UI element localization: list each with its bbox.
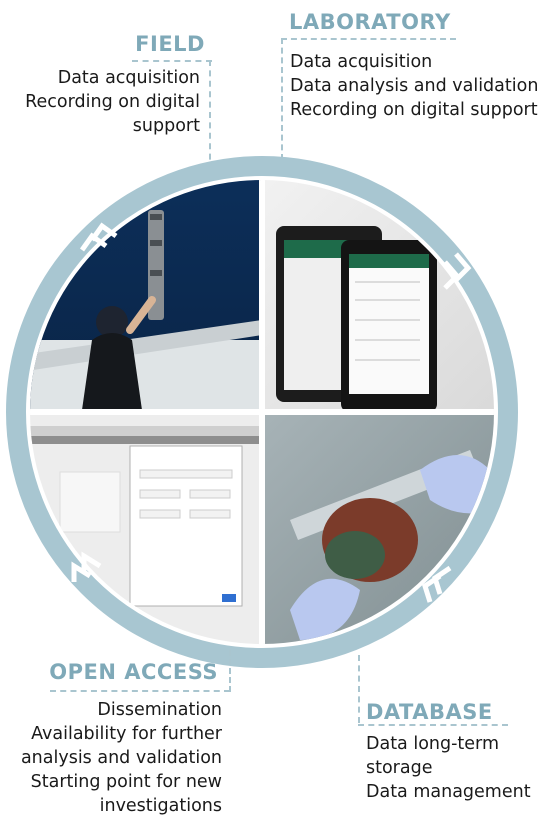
open-access-line: analysis and validation xyxy=(20,748,222,768)
open-access-connector xyxy=(229,650,231,692)
open-access-line: investigations xyxy=(99,796,222,816)
open-access-title-underline xyxy=(50,690,230,692)
open-access-line: Availability for further xyxy=(31,724,222,744)
database-line: Data long-term xyxy=(366,734,499,754)
database-description: Data long-term storage Data management xyxy=(366,732,556,804)
open-access-line: Dissemination xyxy=(97,700,222,720)
database-connector xyxy=(358,655,360,723)
open-access-title: OPEN ACCESS xyxy=(49,660,218,684)
database-line: storage xyxy=(366,758,433,778)
database-title-underline xyxy=(358,724,508,726)
database-line: Data management xyxy=(366,782,531,802)
database-title: DATABASE xyxy=(366,700,493,724)
open-access-description: Dissemination Availability for further a… xyxy=(0,698,222,818)
open-access-line: Starting point for new xyxy=(30,772,222,792)
